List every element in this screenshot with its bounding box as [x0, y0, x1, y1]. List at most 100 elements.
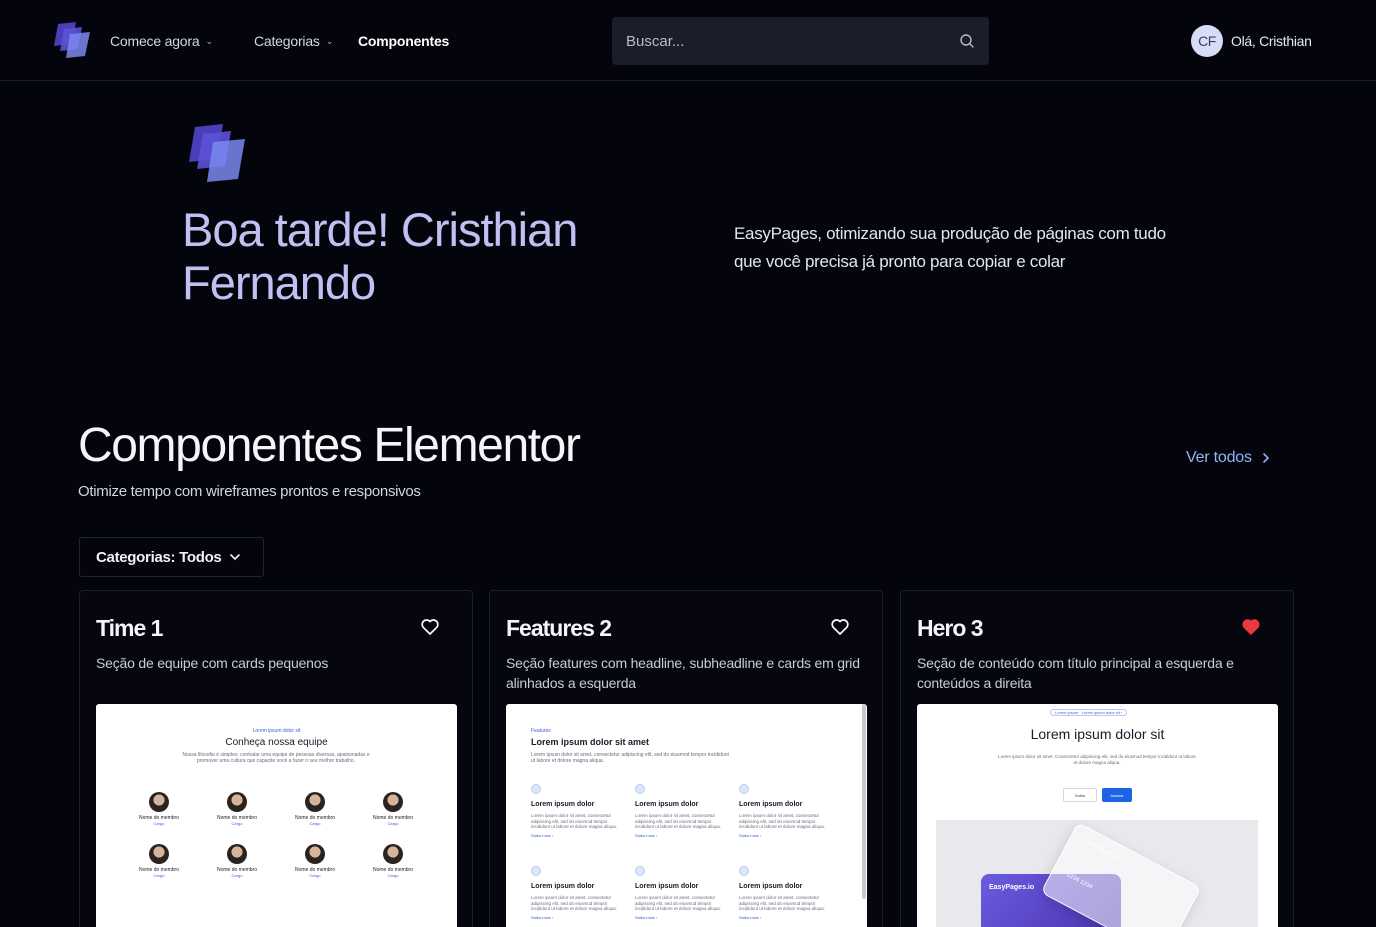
feature-title: Lorem ipsum dolor [739, 801, 803, 808]
team-member: Nome do membro Cargo [207, 844, 267, 878]
preview-primary-button: Assinar [1102, 788, 1132, 802]
member-role: Cargo [387, 821, 399, 826]
team-member: Nome do membro Cargo [363, 844, 423, 878]
feature-item: Lorem ipsum dolor Lorem ipsum dolor sit a… [531, 866, 626, 920]
card-description: Seção features com headline, subheadline… [506, 655, 860, 691]
member-photo [149, 844, 169, 864]
preview-scrollbar [862, 704, 866, 899]
card-preview-image[interactable]: Lorem ipsum · Lorem ipsum dolor sit › Lo… [917, 704, 1278, 927]
feature-text: Lorem ipsum dolor sit amet, consectetur … [739, 813, 826, 829]
category-filter-label: Categorias: Todos [96, 548, 222, 566]
member-photo [383, 844, 403, 864]
nav-comece-agora[interactable]: Comece agora ⌄ [110, 33, 213, 49]
team-member: Nome do membro Cargo [129, 792, 189, 826]
user-avatar[interactable]: CF [1191, 25, 1223, 57]
team-member: Nome do membro Cargo [129, 844, 189, 878]
feature-item: Lorem ipsum dolor Lorem ipsum dolor sit a… [635, 866, 730, 920]
feature-icon [531, 784, 541, 794]
chevron-down-icon: ⌄ [325, 36, 334, 46]
nav-componentes[interactable]: Componentes [358, 33, 449, 49]
card-description: Seção de conteúdo com título principal a… [917, 655, 1234, 691]
feature-text: Lorem ipsum dolor sit amet, consectetur … [635, 895, 722, 911]
section-subtitle: Otimize tempo com wireframes prontos e r… [78, 483, 421, 500]
preview-heading: Lorem ipsum dolor sit amet [531, 737, 650, 747]
preview-secondary-button: Saiba [1063, 788, 1097, 802]
nav-comece-agora-label: Comece agora [110, 33, 200, 49]
preview-card-illustration: EasyPages.io EasyPages.io 1234 1234 [936, 820, 1258, 927]
section-title: Componentes Elementor [78, 419, 581, 472]
chevron-down-icon: ⌄ [205, 36, 213, 46]
easypages-logo-icon[interactable] [50, 20, 92, 60]
component-card-hero-3[interactable]: Hero 3 Seção de conteúdo com título prin… [900, 590, 1294, 927]
feature-icon [635, 784, 645, 794]
heart-icon[interactable] [830, 617, 850, 637]
preview-text: Lorem ipsum dolor sit amet, consectetur … [531, 752, 729, 764]
team-member: Nome do membro Cargo [207, 792, 267, 826]
glass-card-brand: EasyPages.io [1083, 838, 1119, 862]
card-title: Hero 3 [917, 615, 984, 641]
nav-categorias-label: Categorias [254, 33, 320, 49]
member-photo [227, 844, 247, 864]
feature-text: Lorem ipsum dolor sit amet, consectetur … [635, 813, 722, 829]
member-role: Cargo [153, 873, 165, 878]
feature-title: Lorem ipsum dolor [531, 801, 595, 808]
nav-categorias[interactable]: Categorias ⌄ [254, 33, 333, 49]
feature-icon [739, 866, 749, 876]
member-role: Cargo [309, 873, 321, 878]
card-title: Time 1 [96, 615, 163, 641]
component-card-time-1[interactable]: Time 1 Seção de equipe com cards pequeno… [79, 590, 473, 927]
easypages-logo-icon [189, 124, 245, 182]
feature-text: Lorem ipsum dolor sit amet, consectetur … [739, 895, 826, 911]
user-greeting[interactable]: Olá, Cristhian [1231, 33, 1312, 49]
see-all-link[interactable]: Ver todos [1186, 449, 1270, 467]
feature-link: Saiba mais › [531, 832, 554, 838]
glass-card-number: 1234 1234 [1065, 872, 1094, 891]
preview-kicker: Features [531, 728, 551, 734]
member-role: Cargo [387, 873, 399, 878]
feature-title: Lorem ipsum dolor [531, 883, 595, 890]
feature-text: Lorem ipsum dolor sit amet, consectetur … [531, 813, 618, 829]
feature-icon [531, 866, 541, 876]
team-member: Nome do membro Cargo [285, 792, 345, 826]
feature-text: Lorem ipsum dolor sit amet, consectetur … [531, 895, 618, 911]
member-photo [305, 792, 325, 812]
team-member: Nome do membro Cargo [285, 844, 345, 878]
heart-filled-icon[interactable] [1241, 617, 1261, 637]
preview-badge: Lorem ipsum · Lorem ipsum dolor sit › [1050, 709, 1128, 716]
member-role: Cargo [231, 821, 243, 826]
member-photo [305, 844, 325, 864]
card-title: Features 2 [506, 615, 612, 641]
member-photo [383, 792, 403, 812]
chevron-down-icon [230, 554, 241, 561]
feature-icon [635, 866, 645, 876]
card-preview-image[interactable]: Features Lorem ipsum dolor sit amet Lore… [506, 704, 867, 927]
component-card-features-2[interactable]: Features 2 Seção features com headline, … [489, 590, 883, 927]
credit-card-brand: EasyPages.io [989, 884, 1035, 891]
hero-greeting-title: Boa tarde! Cristhian Fernando [182, 203, 578, 309]
search-icon[interactable] [959, 33, 975, 49]
feature-link: Saiba mais › [739, 832, 762, 838]
chevron-right-icon [1263, 453, 1269, 463]
feature-item: Lorem ipsum dolor Lorem ipsum dolor sit a… [739, 866, 834, 920]
feature-item: Lorem ipsum dolor Lorem ipsum dolor sit a… [531, 784, 626, 838]
feature-link: Saiba mais › [739, 914, 762, 920]
feature-link: Saiba mais › [531, 914, 554, 920]
heart-icon[interactable] [420, 617, 440, 637]
feature-title: Lorem ipsum dolor [739, 883, 803, 890]
feature-link: Saiba mais › [635, 832, 658, 838]
feature-title: Lorem ipsum dolor [635, 883, 699, 890]
card-preview-image[interactable]: Lorem ipsum dolor sit Conheça nossa equi… [96, 704, 457, 927]
member-photo [227, 792, 247, 812]
member-role: Cargo [153, 821, 165, 826]
feature-item: Lorem ipsum dolor Lorem ipsum dolor sit a… [635, 784, 730, 838]
see-all-label: Ver todos [1186, 449, 1252, 466]
feature-link: Saiba mais › [635, 914, 658, 920]
feature-title: Lorem ipsum dolor [635, 801, 699, 808]
category-filter-dropdown[interactable]: Categorias: Todos [79, 537, 264, 577]
card-description: Seção de equipe com cards pequenos [96, 655, 329, 671]
hero-description: EasyPages, otimizando sua produção de pá… [734, 224, 1166, 271]
preview-kicker: Lorem ipsum dolor sit [252, 728, 301, 734]
search-input[interactable] [626, 32, 959, 50]
feature-item: Lorem ipsum dolor Lorem ipsum dolor sit a… [739, 784, 834, 838]
preview-heading: Lorem ipsum dolor sit [1030, 726, 1165, 742]
